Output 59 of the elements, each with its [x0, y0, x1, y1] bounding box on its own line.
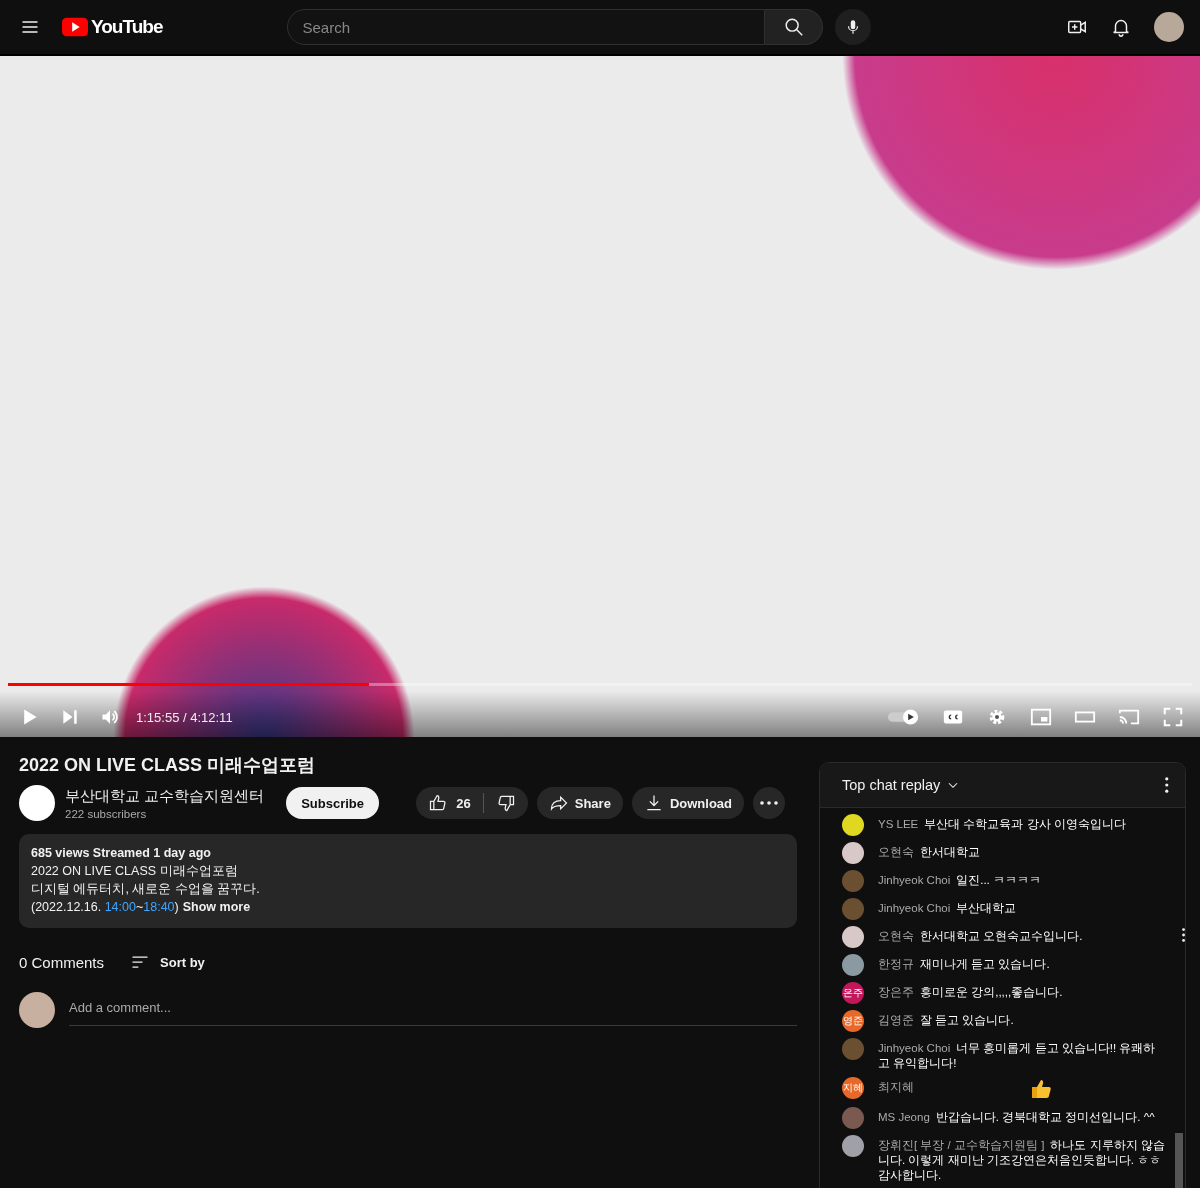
subscriber-count: 222 subscribers [65, 807, 148, 820]
description-text: ~ [135, 900, 144, 914]
comment-count: 0 Comments [19, 953, 105, 971]
show-more-link[interactable]: Show more [182, 900, 251, 914]
search-field[interactable]: Search [287, 9, 766, 45]
sort-button[interactable]: Sort by [130, 952, 205, 972]
video-title: 2022 ON LIVE CLASS 미래수업포럼 [19, 754, 317, 777]
chat-message: YS LEE 부산대 수학교육과 강사 이영숙입니다 [878, 817, 1127, 832]
chat-message: Jinhyeok Choi 너무 흥미롭게 듣고 있습니다!! 유쾌하고 유익합니다! [878, 1041, 1157, 1071]
description-line: 2022 ON LIVE CLASS 미래수업포럼 [31, 863, 239, 880]
chat-message: 장은주 흥미로운 강의,,,,,좋습니다. [878, 985, 1064, 1000]
chat-message: 오현숙 한서대학교 [878, 845, 981, 860]
search-button[interactable] [765, 9, 824, 45]
avatar-initials: 지혜 [842, 1077, 864, 1099]
timestamp-link[interactable]: 14:00 [104, 900, 136, 914]
description-text: (2022.12.16. [31, 900, 103, 914]
progress-bar[interactable] [8, 683, 1192, 686]
channel-logo[interactable] [19, 785, 55, 821]
avatar-initials: 은주 [842, 982, 864, 1004]
chat-message: 김영준 잘 듣고 있습니다. [878, 1013, 1015, 1028]
user-avatar [19, 992, 55, 1028]
chat-message: MS Jeong 반갑습니다. 경북대학교 정미선입니다. ^^ [878, 1110, 1156, 1125]
more-vertical-icon [1165, 777, 1169, 793]
thumbs-up-icon [428, 793, 449, 813]
download-button[interactable]: Download [631, 787, 744, 819]
comment-field[interactable]: Add a comment... [69, 992, 797, 1026]
miniplayer-button[interactable] [1030, 706, 1052, 728]
chat-message: Jinhyeok Choi 부산대학교 [878, 901, 1018, 916]
more-icon [760, 801, 778, 805]
subscribe-button[interactable]: Subscribe [286, 787, 380, 819]
fullscreen-icon [1162, 706, 1184, 728]
skip-next-icon [60, 707, 80, 727]
chat-message: 장휘진[ 부장 / 교수학습지원팀 ] 하나도 지루하지 않습니다. 이렇게 재미난 기조강연은처음인듯합니다. ㅎㅎ 감사합니다. [878, 1138, 1165, 1183]
share-arrow-icon [548, 793, 569, 813]
view-stats: 685 views Streamed 1 day ago [31, 845, 212, 862]
timestamp-link[interactable]: 18:40 [143, 900, 175, 914]
fullscreen-button[interactable] [1162, 706, 1184, 728]
chat-message: Jinhyeok Choi 일진... ㅋㅋㅋㅋ [878, 873, 1042, 888]
chat-mode-dropdown[interactable]: Top chat replay [842, 777, 961, 793]
message-menu-button[interactable] [1181, 928, 1185, 942]
chat-message: 한정규 재미나게 듣고 있습니다. [878, 957, 1051, 972]
microphone-button[interactable] [835, 9, 872, 45]
avatar-initials: 영준 [842, 1010, 864, 1032]
chat-message: 오현숙 한서대학교 오현숙교수입니다. [878, 929, 1084, 944]
account-avatar[interactable] [1154, 12, 1184, 42]
logo-text[interactable]: YouTube [91, 16, 163, 38]
share-button[interactable]: Share [536, 787, 623, 819]
next-button[interactable] [60, 707, 80, 727]
thumbs-down-icon [495, 793, 516, 813]
chat-message: 최지혜 [878, 1080, 915, 1095]
miniplayer-icon [1030, 706, 1052, 728]
more-vertical-icon [1181, 928, 1185, 942]
channel-name[interactable]: 부산대학교 교수학습지원센터 [65, 786, 265, 806]
description-text: ) [174, 900, 179, 914]
description-line: 디지털 에듀터치, 새로운 수업을 꿈꾸다. [31, 881, 261, 898]
more-button[interactable] [753, 787, 785, 819]
description-panel[interactable]: 685 views Streamed 1 day ago 2022 ON LIVE CLASS 미래수업포럼 디지털 에듀터치, 새로운 수업을 꿈꾸다. (2022.12.16. 14:00~18:40) Show more [19, 834, 797, 928]
time-display: 1:15:55 / 4:12:11 [136, 709, 233, 725]
chat-menu-button[interactable] [1165, 777, 1169, 793]
